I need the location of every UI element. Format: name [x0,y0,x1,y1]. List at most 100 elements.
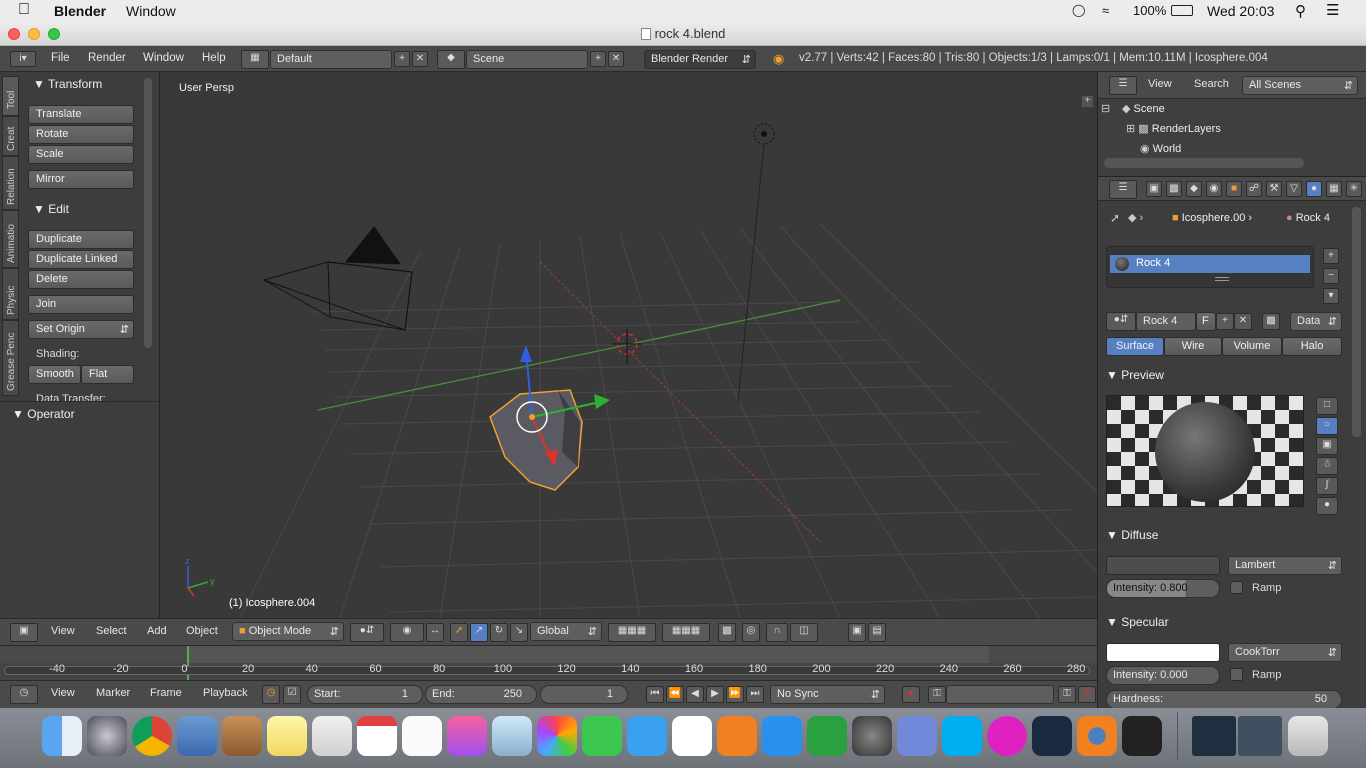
panel-edit-header[interactable]: ▼ Edit [33,202,69,216]
diffuse-color-swatch[interactable] [1106,556,1220,575]
scene-layers-2-icon[interactable]: ▦▦▦ [662,623,710,642]
screen-layout-field[interactable]: Default [270,50,392,69]
snap-icon[interactable]: ∩ [766,623,788,642]
window-menu[interactable]: Window [126,3,176,19]
pivot-point-icon[interactable]: ◉ [390,623,424,642]
outliner-item-world[interactable]: ◉ World [1140,142,1181,155]
tab-animation[interactable]: Animatio [2,210,19,268]
jump-start-icon[interactable]: ⏮ [646,686,664,703]
manipulator-scale-icon[interactable]: ↘ [510,623,528,642]
unlink-material-button[interactable]: ✕ [1234,313,1252,330]
delete-keyframe-icon[interactable]: ⚿ [1078,686,1096,703]
material-specials-button[interactable]: ▾ [1323,288,1339,304]
outliner-item-renderlayers[interactable]: ⊞ ▩ RenderLayers [1126,122,1221,135]
minimized-window-1-dock-icon[interactable] [1192,716,1236,756]
tab-create[interactable]: Creat [2,116,19,156]
outliner-filter-dropdown[interactable]: All Scenes ⇵ [1242,76,1358,95]
keying-set-field[interactable] [946,685,1054,704]
panel-specular-header[interactable]: ▼ Specular [1106,615,1169,629]
smooth-button[interactable]: Smooth [28,365,81,384]
ibooks-dock-icon[interactable] [717,716,757,756]
manipulator-move-icon[interactable]: ↗ [470,623,488,642]
messages-dock-icon[interactable] [627,716,667,756]
outliner-item-scene[interactable]: ◆ Scene [1122,102,1165,115]
browse-material-icon[interactable]: ●⇵ [1106,312,1136,331]
manipulator-toggle-icon[interactable]: ↔ [426,623,444,642]
screen-layout-icon[interactable]: ▦ [241,50,269,69]
add-material-slot-button[interactable]: + [1323,248,1339,264]
spotlight-search-icon[interactable]: ⚲ [1295,2,1306,20]
outliner-scrollbar[interactable] [1104,158,1304,168]
remove-scene-button[interactable]: ✕ [608,51,624,67]
translate-button[interactable]: Translate [28,105,134,124]
numbers-dock-icon[interactable] [672,716,712,756]
delete-button[interactable]: Delete [28,270,134,289]
battery-icon[interactable] [1171,5,1193,16]
particles-tab-icon[interactable]: ✳ [1346,181,1362,197]
specular-color-swatch[interactable] [1106,643,1220,662]
specular-shader-dropdown[interactable]: CookTorr ⇵ [1228,643,1342,662]
preview-sphere-icon[interactable]: ○ [1316,417,1338,435]
keying-set-icon[interactable]: ⚿ [928,686,946,703]
calendar-dock-icon[interactable] [357,716,397,756]
hardness-field[interactable]: Hardness: 50 [1106,690,1342,708]
wifi-icon[interactable]: ≈ [1102,3,1109,18]
new-material-button[interactable]: + [1216,313,1234,330]
utorrent-dock-icon[interactable] [807,716,847,756]
world-tab-icon[interactable]: ◉ [1206,181,1222,197]
modifiers-tab-icon[interactable]: ⚒ [1266,181,1282,197]
scene-icon[interactable]: ◆ [437,50,465,69]
panel-operator-header[interactable]: ▼ Operator [12,407,75,421]
tool-shelf-scrollbar[interactable] [144,78,152,348]
transform-orientation-dropdown[interactable]: Global ⇵ [530,622,602,641]
material-slot-item[interactable]: Rock 4 [1110,255,1310,273]
constraints-tab-icon[interactable]: ☍ [1246,181,1262,197]
clock[interactable]: Wed 20:03 [1207,3,1274,19]
chrome-dock-icon[interactable] [132,716,172,756]
steam-dock-icon[interactable] [1032,716,1072,756]
manipulator-translate-icon[interactable]: ➚ [450,623,468,642]
tab-wire[interactable]: Wire [1164,337,1222,356]
menu-marker[interactable]: Marker [96,687,130,699]
scene-layers-icon[interactable]: ▦▦▦ [608,623,656,642]
panel-diffuse-header[interactable]: ▼ Diffuse [1106,528,1158,542]
menu-render[interactable]: Render [88,52,126,64]
contacts-dock-icon[interactable] [222,716,262,756]
properties-scrollbar[interactable] [1352,207,1361,437]
opengl-render-icon[interactable]: ▣ [848,623,866,642]
texture-tab-icon[interactable]: ▦ [1326,181,1342,197]
current-frame-field[interactable]: 1 [540,685,628,704]
add-screen-button[interactable]: + [394,51,410,67]
system-preferences-dock-icon[interactable] [852,716,892,756]
unity-dock-icon[interactable] [1122,716,1162,756]
sync-mode-dropdown[interactable]: No Sync ⇵ [770,685,885,704]
skype-dock-icon[interactable] [942,716,982,756]
material-tab-icon[interactable]: ● [1306,181,1322,197]
play-reverse-icon[interactable]: ◀ [686,686,704,703]
outliner-menu-view[interactable]: View [1148,78,1172,90]
mirror-button[interactable]: Mirror [28,170,134,189]
opengl-animation-icon[interactable]: ▤ [868,623,886,642]
join-button[interactable]: Join [28,295,134,314]
snap-element-icon[interactable]: ◫ [790,623,818,642]
add-scene-button[interactable]: + [590,51,606,67]
textedit-dock-icon[interactable] [312,716,352,756]
reminders-dock-icon[interactable] [402,716,442,756]
tab-tool[interactable]: Tool [2,76,19,116]
jump-end-icon[interactable]: ⏭ [746,686,764,703]
editor-type-3d-icon[interactable]: ▣ [10,623,38,642]
love-dock-icon[interactable] [987,716,1027,756]
facetime-dock-icon[interactable] [582,716,622,756]
editor-type-info-icon[interactable]: i▾ [10,51,36,67]
menu-add[interactable]: Add [147,625,167,637]
menu-playback[interactable]: Playback [203,687,248,699]
menu-help[interactable]: Help [202,52,226,64]
render-engine-dropdown[interactable]: Blender Render ⇵ [644,50,756,69]
specular-ramp-checkbox[interactable] [1230,668,1243,681]
diffuse-shader-dropdown[interactable]: Lambert ⇵ [1228,556,1342,575]
play-icon[interactable]: ▶ [706,686,724,703]
menu-file[interactable]: File [51,52,70,64]
render-layers-tab-icon[interactable]: ▩ [1166,181,1182,197]
start-frame-field[interactable]: Start: 1 [307,685,423,704]
set-origin-dropdown[interactable]: Set Origin ⇵ [28,320,134,339]
